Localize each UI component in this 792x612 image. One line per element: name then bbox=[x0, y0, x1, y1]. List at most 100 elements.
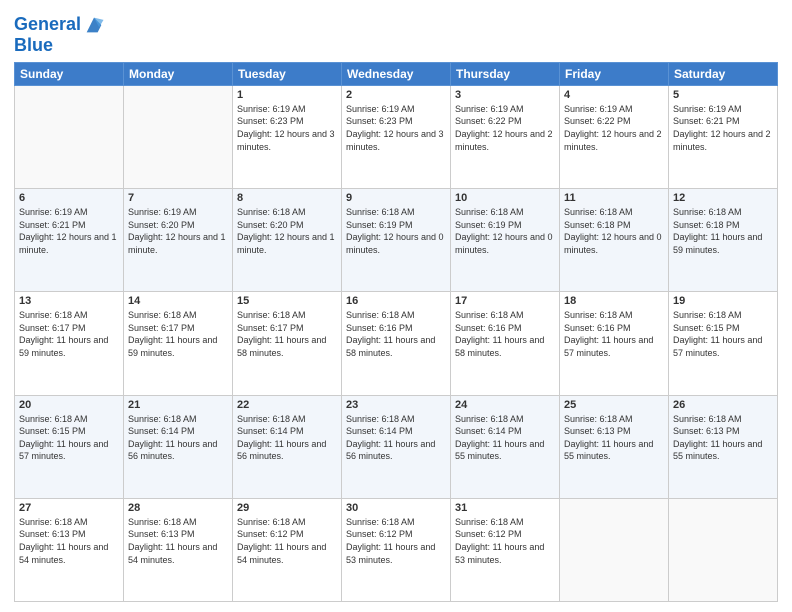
day-number: 22 bbox=[237, 399, 337, 411]
day-info: Sunrise: 6:18 AM Sunset: 6:19 PM Dayligh… bbox=[455, 206, 555, 256]
day-cell bbox=[669, 498, 778, 601]
day-cell: 23 Sunrise: 6:18 AM Sunset: 6:14 PM Dayli… bbox=[342, 395, 451, 498]
day-cell: 30 Sunrise: 6:18 AM Sunset: 6:12 PM Dayli… bbox=[342, 498, 451, 601]
page: General Blue SundayMondayTuesdayWednesda… bbox=[0, 0, 792, 612]
day-number: 29 bbox=[237, 502, 337, 514]
day-number: 2 bbox=[346, 89, 446, 101]
week-row-5: 27 Sunrise: 6:18 AM Sunset: 6:13 PM Dayli… bbox=[15, 498, 778, 601]
day-number: 8 bbox=[237, 192, 337, 204]
day-number: 28 bbox=[128, 502, 228, 514]
day-info: Sunrise: 6:18 AM Sunset: 6:12 PM Dayligh… bbox=[237, 516, 337, 566]
day-info: Sunrise: 6:18 AM Sunset: 6:18 PM Dayligh… bbox=[673, 206, 773, 256]
day-number: 1 bbox=[237, 89, 337, 101]
day-number: 18 bbox=[564, 295, 664, 307]
day-cell: 28 Sunrise: 6:18 AM Sunset: 6:13 PM Dayli… bbox=[124, 498, 233, 601]
day-info: Sunrise: 6:18 AM Sunset: 6:13 PM Dayligh… bbox=[673, 413, 773, 463]
logo-icon bbox=[83, 14, 105, 36]
day-cell: 7 Sunrise: 6:19 AM Sunset: 6:20 PM Daylig… bbox=[124, 189, 233, 292]
weekday-header-saturday: Saturday bbox=[669, 62, 778, 85]
week-row-3: 13 Sunrise: 6:18 AM Sunset: 6:17 PM Dayli… bbox=[15, 292, 778, 395]
day-number: 27 bbox=[19, 502, 119, 514]
day-info: Sunrise: 6:18 AM Sunset: 6:17 PM Dayligh… bbox=[128, 309, 228, 359]
day-number: 25 bbox=[564, 399, 664, 411]
logo-text2: Blue bbox=[14, 36, 105, 56]
day-cell: 14 Sunrise: 6:18 AM Sunset: 6:17 PM Dayli… bbox=[124, 292, 233, 395]
day-cell: 29 Sunrise: 6:18 AM Sunset: 6:12 PM Dayli… bbox=[233, 498, 342, 601]
day-info: Sunrise: 6:19 AM Sunset: 6:21 PM Dayligh… bbox=[19, 206, 119, 256]
logo-text: General bbox=[14, 15, 81, 35]
day-number: 19 bbox=[673, 295, 773, 307]
day-number: 5 bbox=[673, 89, 773, 101]
day-info: Sunrise: 6:18 AM Sunset: 6:14 PM Dayligh… bbox=[346, 413, 446, 463]
day-info: Sunrise: 6:18 AM Sunset: 6:14 PM Dayligh… bbox=[128, 413, 228, 463]
day-number: 11 bbox=[564, 192, 664, 204]
day-info: Sunrise: 6:18 AM Sunset: 6:16 PM Dayligh… bbox=[346, 309, 446, 359]
day-cell bbox=[15, 85, 124, 188]
weekday-header-friday: Friday bbox=[560, 62, 669, 85]
week-row-4: 20 Sunrise: 6:18 AM Sunset: 6:15 PM Dayli… bbox=[15, 395, 778, 498]
day-cell: 19Sunrise: 6:18 AM Sunset: 6:15 PM Dayli… bbox=[669, 292, 778, 395]
day-info: Sunrise: 6:18 AM Sunset: 6:12 PM Dayligh… bbox=[346, 516, 446, 566]
week-row-2: 6Sunrise: 6:19 AM Sunset: 6:21 PM Daylig… bbox=[15, 189, 778, 292]
day-cell: 15Sunrise: 6:18 AM Sunset: 6:17 PM Dayli… bbox=[233, 292, 342, 395]
day-cell: 4Sunrise: 6:19 AM Sunset: 6:22 PM Daylig… bbox=[560, 85, 669, 188]
day-info: Sunrise: 6:18 AM Sunset: 6:12 PM Dayligh… bbox=[455, 516, 555, 566]
day-info: Sunrise: 6:19 AM Sunset: 6:21 PM Dayligh… bbox=[673, 103, 773, 153]
day-number: 13 bbox=[19, 295, 119, 307]
day-cell: 5 Sunrise: 6:19 AM Sunset: 6:21 PM Daylig… bbox=[669, 85, 778, 188]
day-cell bbox=[124, 85, 233, 188]
day-cell: 16 Sunrise: 6:18 AM Sunset: 6:16 PM Dayli… bbox=[342, 292, 451, 395]
day-cell: 10 Sunrise: 6:18 AM Sunset: 6:19 PM Dayli… bbox=[451, 189, 560, 292]
day-cell: 31Sunrise: 6:18 AM Sunset: 6:12 PM Dayli… bbox=[451, 498, 560, 601]
day-info: Sunrise: 6:19 AM Sunset: 6:22 PM Dayligh… bbox=[455, 103, 555, 153]
header: General Blue bbox=[14, 10, 778, 56]
weekday-header-wednesday: Wednesday bbox=[342, 62, 451, 85]
weekday-header-thursday: Thursday bbox=[451, 62, 560, 85]
day-cell: 21 Sunrise: 6:18 AM Sunset: 6:14 PM Dayli… bbox=[124, 395, 233, 498]
day-cell: 27Sunrise: 6:18 AM Sunset: 6:13 PM Dayli… bbox=[15, 498, 124, 601]
day-number: 9 bbox=[346, 192, 446, 204]
day-info: Sunrise: 6:18 AM Sunset: 6:13 PM Dayligh… bbox=[564, 413, 664, 463]
day-info: Sunrise: 6:19 AM Sunset: 6:20 PM Dayligh… bbox=[128, 206, 228, 256]
day-number: 12 bbox=[673, 192, 773, 204]
weekday-header-row: SundayMondayTuesdayWednesdayThursdayFrid… bbox=[15, 62, 778, 85]
day-number: 16 bbox=[346, 295, 446, 307]
day-info: Sunrise: 6:18 AM Sunset: 6:16 PM Dayligh… bbox=[564, 309, 664, 359]
day-number: 3 bbox=[455, 89, 555, 101]
logo: General Blue bbox=[14, 14, 105, 56]
day-info: Sunrise: 6:18 AM Sunset: 6:19 PM Dayligh… bbox=[346, 206, 446, 256]
day-number: 14 bbox=[128, 295, 228, 307]
day-cell: 9 Sunrise: 6:18 AM Sunset: 6:19 PM Daylig… bbox=[342, 189, 451, 292]
week-row-1: 1 Sunrise: 6:19 AM Sunset: 6:23 PM Daylig… bbox=[15, 85, 778, 188]
day-info: Sunrise: 6:18 AM Sunset: 6:17 PM Dayligh… bbox=[19, 309, 119, 359]
day-number: 23 bbox=[346, 399, 446, 411]
day-cell: 26 Sunrise: 6:18 AM Sunset: 6:13 PM Dayli… bbox=[669, 395, 778, 498]
day-info: Sunrise: 6:19 AM Sunset: 6:23 PM Dayligh… bbox=[346, 103, 446, 153]
day-cell: 3 Sunrise: 6:19 AM Sunset: 6:22 PM Daylig… bbox=[451, 85, 560, 188]
day-cell bbox=[560, 498, 669, 601]
day-cell: 8Sunrise: 6:18 AM Sunset: 6:20 PM Daylig… bbox=[233, 189, 342, 292]
day-info: Sunrise: 6:18 AM Sunset: 6:18 PM Dayligh… bbox=[564, 206, 664, 256]
day-info: Sunrise: 6:19 AM Sunset: 6:23 PM Dayligh… bbox=[237, 103, 337, 153]
day-cell: 12 Sunrise: 6:18 AM Sunset: 6:18 PM Dayli… bbox=[669, 189, 778, 292]
day-info: Sunrise: 6:18 AM Sunset: 6:14 PM Dayligh… bbox=[237, 413, 337, 463]
day-number: 10 bbox=[455, 192, 555, 204]
day-cell: 20 Sunrise: 6:18 AM Sunset: 6:15 PM Dayli… bbox=[15, 395, 124, 498]
day-number: 20 bbox=[19, 399, 119, 411]
day-cell: 11 Sunrise: 6:18 AM Sunset: 6:18 PM Dayli… bbox=[560, 189, 669, 292]
day-number: 26 bbox=[673, 399, 773, 411]
day-cell: 6Sunrise: 6:19 AM Sunset: 6:21 PM Daylig… bbox=[15, 189, 124, 292]
weekday-header-monday: Monday bbox=[124, 62, 233, 85]
day-number: 4 bbox=[564, 89, 664, 101]
day-info: Sunrise: 6:18 AM Sunset: 6:17 PM Dayligh… bbox=[237, 309, 337, 359]
weekday-header-sunday: Sunday bbox=[15, 62, 124, 85]
day-number: 21 bbox=[128, 399, 228, 411]
day-number: 30 bbox=[346, 502, 446, 514]
weekday-header-tuesday: Tuesday bbox=[233, 62, 342, 85]
day-number: 7 bbox=[128, 192, 228, 204]
day-info: Sunrise: 6:18 AM Sunset: 6:16 PM Dayligh… bbox=[455, 309, 555, 359]
day-cell: 25 Sunrise: 6:18 AM Sunset: 6:13 PM Dayli… bbox=[560, 395, 669, 498]
day-info: Sunrise: 6:18 AM Sunset: 6:13 PM Dayligh… bbox=[128, 516, 228, 566]
day-info: Sunrise: 6:18 AM Sunset: 6:15 PM Dayligh… bbox=[19, 413, 119, 463]
day-number: 24 bbox=[455, 399, 555, 411]
